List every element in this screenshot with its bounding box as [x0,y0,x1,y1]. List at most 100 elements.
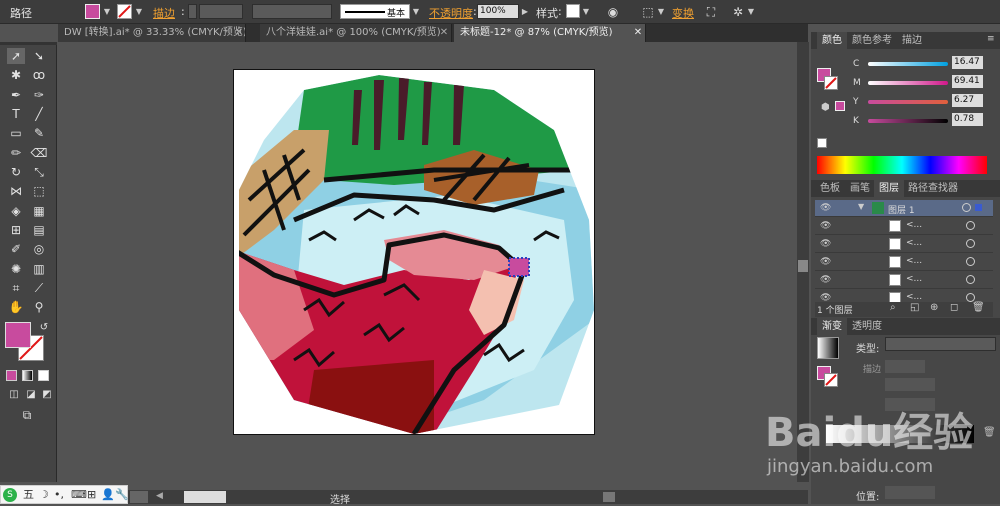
recolor-icon[interactable]: ◉ [605,4,621,20]
ime-logo-icon[interactable]: S [3,488,17,502]
eye-icon[interactable]: 👁 [820,203,831,213]
lasso-tool-icon[interactable]: ꝏ [30,67,48,83]
tab-color-guide[interactable]: 颜色参考 [847,32,897,49]
close-icon[interactable]: ✕ [632,24,644,42]
free-transform-tool-icon[interactable]: ⬚ [30,183,48,199]
opacity-field[interactable]: 100% [477,4,519,19]
layer-name[interactable]: 图层 1 [888,203,915,216]
graph-tool-icon[interactable]: ▥ [30,261,48,277]
sublayer-row[interactable]: 👁 <... [815,218,993,235]
gamut-swatch[interactable] [835,101,845,111]
artboard[interactable] [233,69,595,435]
gradient-preview[interactable] [817,337,839,359]
chevron-down-icon[interactable]: ▼ [745,4,757,19]
target-icon[interactable] [966,275,975,284]
type-tool-icon[interactable]: T [7,106,25,122]
delete-icon[interactable]: 🗑 [972,302,985,313]
screen-mode-icon[interactable]: ⧉ [18,407,36,423]
selection-indicator[interactable] [975,204,982,211]
tab-brushes[interactable]: 画笔 [845,180,875,197]
color-mode-icon[interactable] [6,370,17,381]
settings-icon[interactable]: ✲ [730,4,746,20]
symbol-sprayer-tool-icon[interactable]: ✺ [7,261,25,277]
tab-stroke[interactable]: 描边 [897,32,927,49]
out-of-gamut-icon[interactable]: ⬢ [821,102,830,113]
draw-normal-icon[interactable]: ◫ [5,387,23,403]
opacity-label[interactable]: 不透明度 [429,5,473,21]
layer-row[interactable]: 👁 ▼ 图层 1 [815,200,993,217]
channel-k-slider[interactable] [868,119,948,123]
channel-y-value[interactable]: 6.27 [952,94,983,107]
zoom-tool-icon[interactable]: ⚲ [30,299,48,315]
keyboard-icon[interactable]: ⌨ [71,487,87,503]
tab-transparency[interactable]: 透明度 [847,318,887,335]
stroke-stepper[interactable] [188,4,197,19]
channel-y-slider[interactable] [868,100,948,104]
gradient-mode-icon[interactable] [22,370,33,381]
punctuation-icon[interactable]: •, [54,487,64,503]
target-icon[interactable] [966,293,975,302]
tab-pathfinder[interactable]: 路径查找器 [903,180,963,197]
scroll-thumb[interactable] [798,260,808,272]
tab-document-2[interactable]: 八个洋娃娃.ai* @ 100% (CMYK/预览) [260,24,452,42]
paintbrush-tool-icon[interactable]: ✎ [30,125,48,141]
chevron-right-icon[interactable]: ▶ [519,4,531,19]
tab-document-1[interactable]: DW [转换].ai* @ 33.33% (CMYK/预览) [58,24,246,42]
transform-label[interactable]: 变换 [672,5,694,21]
target-icon[interactable] [966,257,975,266]
slice-tool-icon[interactable]: ⟋ [30,280,48,296]
eye-icon[interactable]: 👁 [820,275,831,285]
rectangle-tool-icon[interactable]: ▭ [7,125,25,141]
target-icon[interactable] [966,221,975,230]
align-icon[interactable]: ⬚ [640,4,656,20]
hand-tool-icon[interactable]: ✋ [7,299,25,315]
new-layer-icon[interactable]: ◻ [950,302,958,313]
chevron-down-icon[interactable]: ▼ [655,4,667,19]
wrench-icon[interactable]: 🔧 [115,487,129,503]
width-tool-icon[interactable]: ⋈ [7,183,25,199]
gradient-tool-icon[interactable]: ▤ [30,222,48,238]
sublayer-row[interactable]: 👁 <... [815,236,993,253]
none-mode-icon[interactable] [38,370,49,381]
target-icon[interactable] [966,239,975,248]
close-icon[interactable]: ✕ [438,24,450,42]
channel-m-value[interactable]: 69.41 [952,75,983,88]
shape-builder-tool-icon[interactable]: ◈ [7,203,25,219]
fill-color-front[interactable] [5,322,31,348]
channel-k-value[interactable]: 0.78 [952,113,983,126]
eraser-tool-icon[interactable]: ⌫ [30,145,48,161]
fill-swatch[interactable] [85,4,100,19]
channel-m-slider[interactable] [868,81,948,85]
locate-object-icon[interactable]: ⌕ [890,302,896,313]
pencil-tool-icon[interactable]: ✏ [7,145,25,161]
chevron-down-icon[interactable]: ▼ [580,4,592,19]
target-icon[interactable] [962,203,971,212]
panel-menu-icon[interactable]: ≡ [987,34,995,44]
scale-tool-icon[interactable]: ⤡ [30,164,48,180]
tab-swatches[interactable]: 色板 [815,180,845,197]
tab-document-3[interactable]: 未标题-12* @ 87% (CMYK/预览) [454,24,646,42]
draw-inside-icon[interactable]: ◩ [38,387,56,403]
eyedropper-tool-icon[interactable]: ✐ [7,241,25,257]
pen-tool-icon[interactable]: ✒ [7,87,25,103]
new-sublayer-icon[interactable]: ⊕ [930,302,938,313]
stroke-swatch[interactable] [117,4,132,19]
eye-icon[interactable]: 👁 [820,257,831,267]
close-icon[interactable]: ✕ [233,24,245,42]
sublayer-row[interactable]: 👁 <... [815,272,993,289]
tab-layers[interactable]: 图层 [874,180,904,197]
gradient-stroke-swatch[interactable] [824,373,838,387]
moon-icon[interactable]: ☽ [39,487,49,503]
tab-color[interactable]: 颜色 [817,32,847,49]
rotate-tool-icon[interactable]: ↻ [7,164,25,180]
blend-tool-icon[interactable]: ◎ [30,241,48,257]
eye-icon[interactable]: 👁 [820,239,831,249]
angle-field[interactable] [885,378,935,391]
stroke-mode-buttons[interactable] [885,360,925,373]
ime-mode-label[interactable]: 五 [23,487,34,503]
channel-c-value[interactable]: 16.47 [952,56,983,69]
direct-selection-tool-icon[interactable]: ➘ [30,48,48,64]
stroke-weight-field[interactable] [199,4,243,19]
perspective-grid-tool-icon[interactable]: ▦ [30,203,48,219]
chevron-down-icon[interactable]: ▼ [133,4,145,19]
